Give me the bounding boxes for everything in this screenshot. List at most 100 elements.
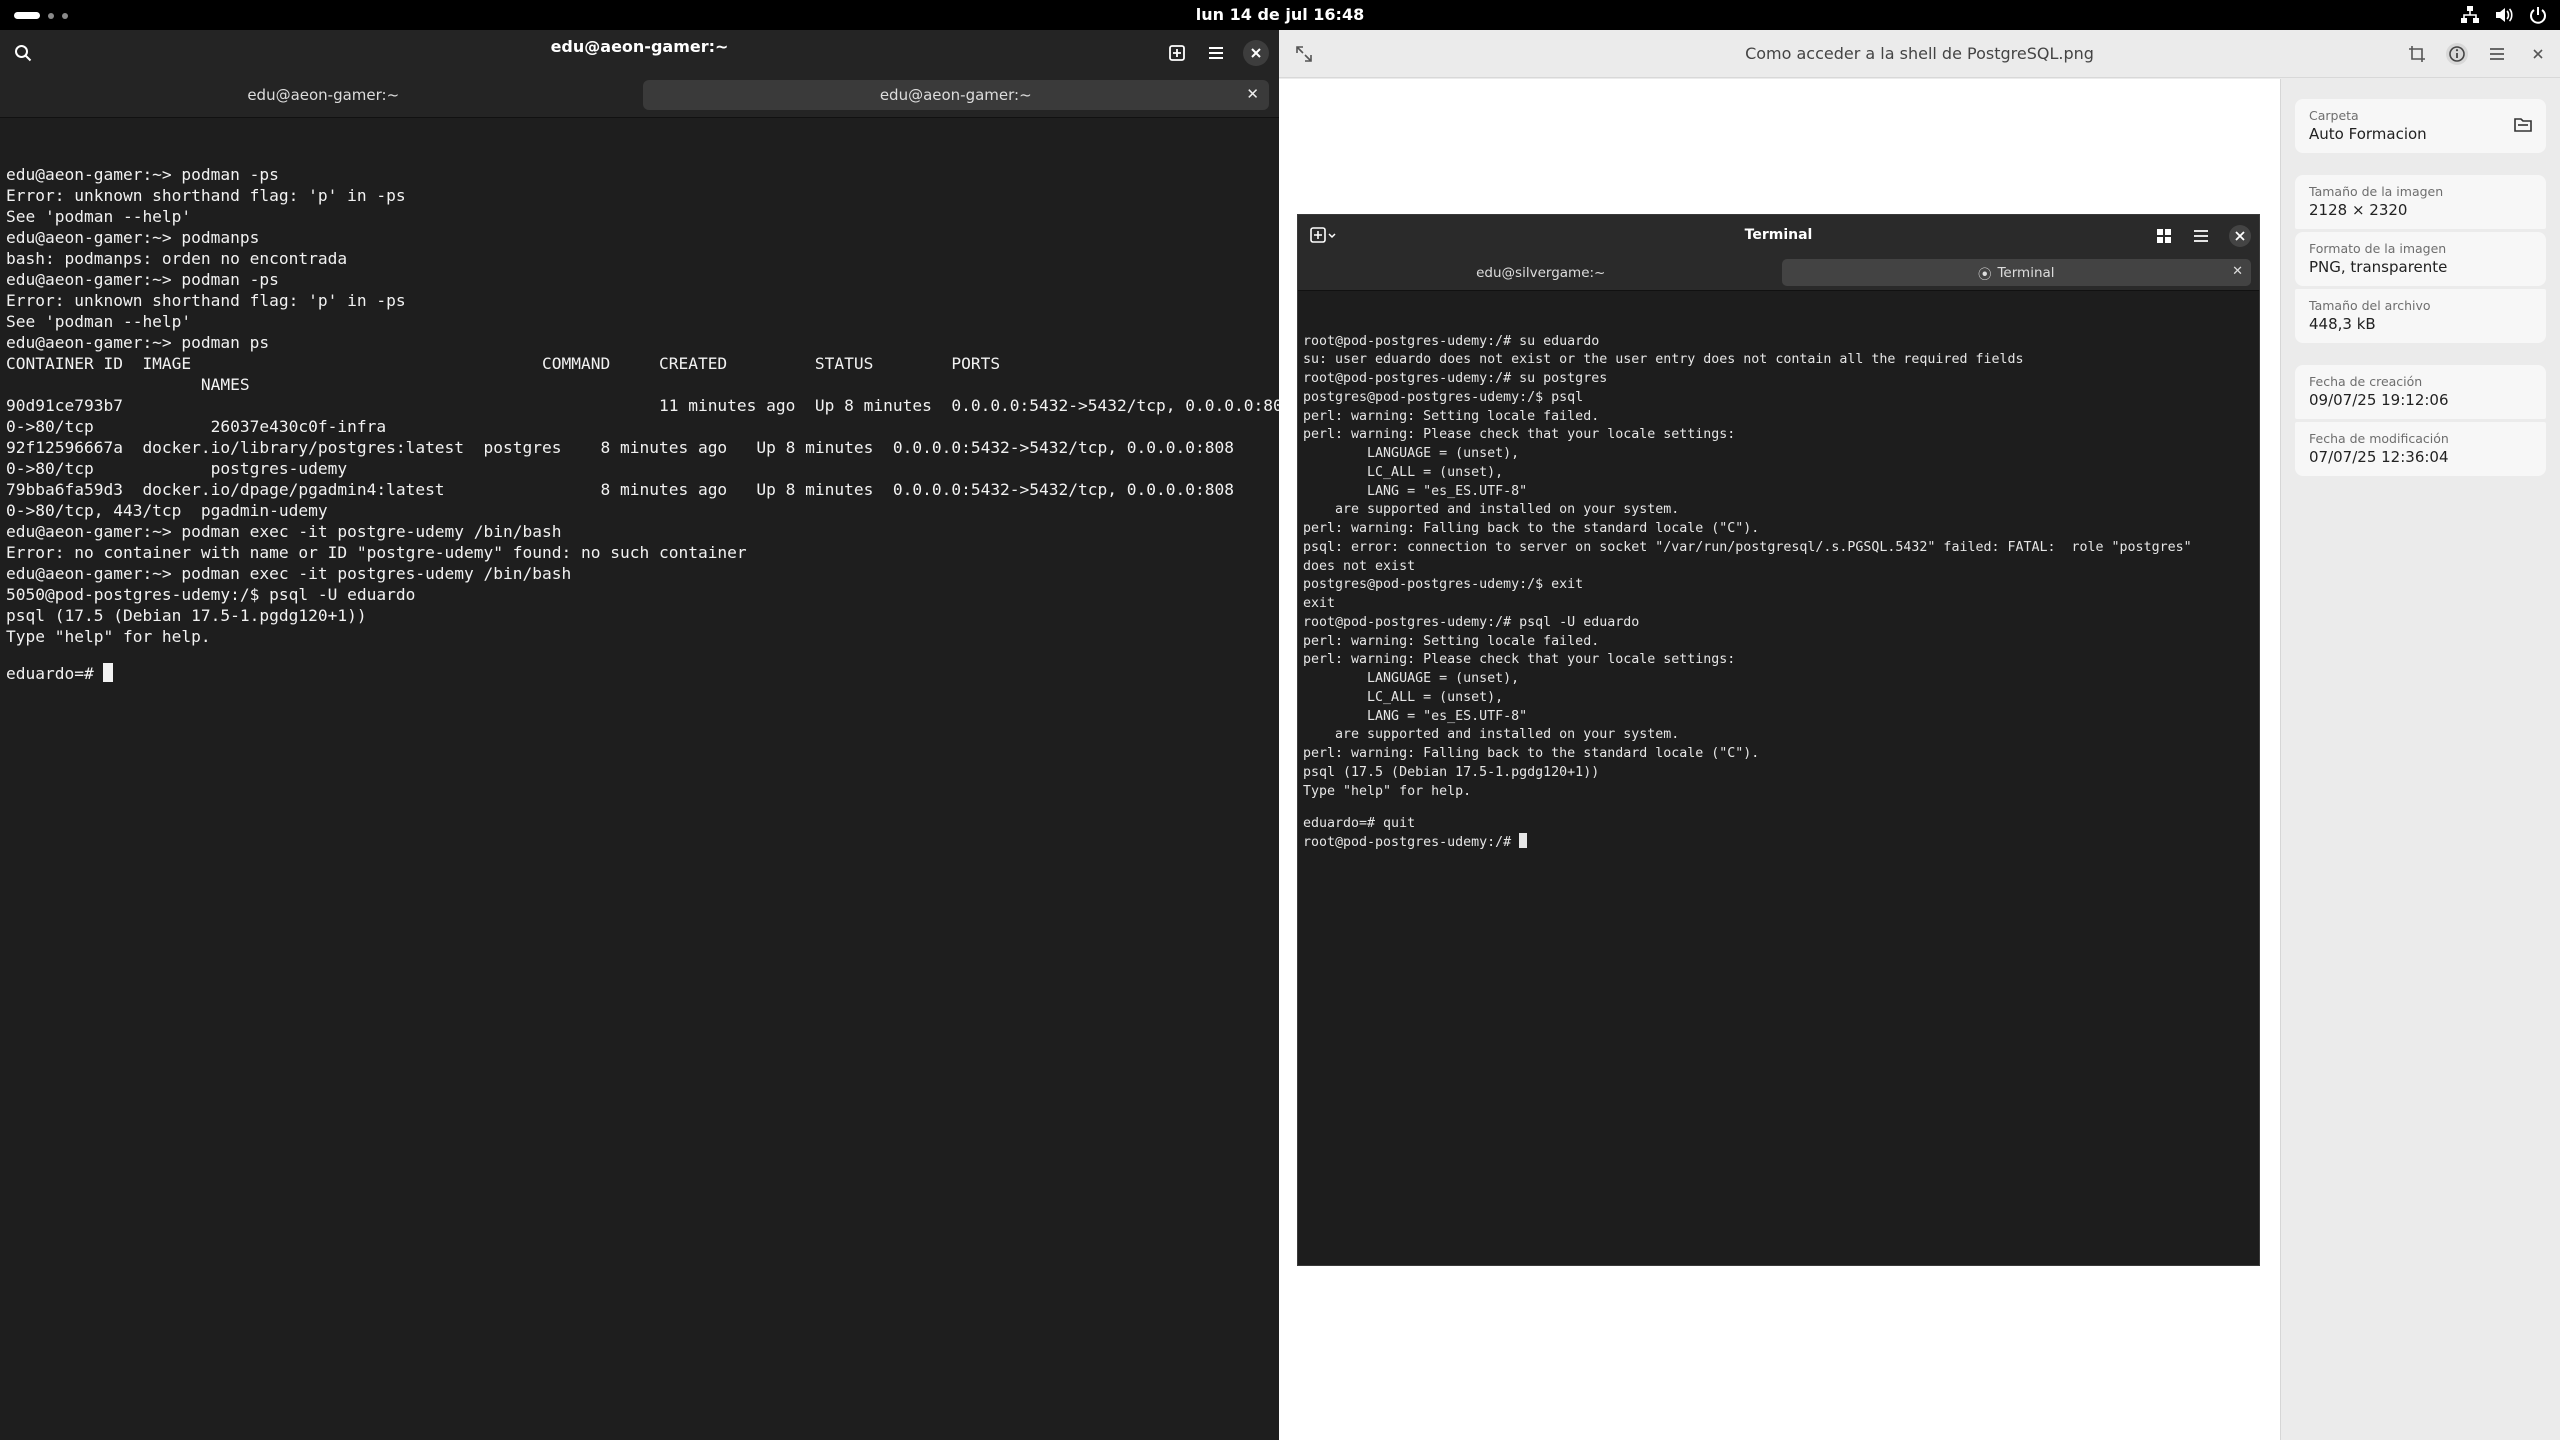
terminal-output[interactable]: edu@aeon-gamer:~> podman -ps Error: unkno… — [0, 118, 1293, 709]
tab-label: edu@silvergame:~ — [1476, 264, 1606, 281]
created-date-label: Fecha de creación — [2309, 374, 2423, 389]
folder-row[interactable]: Carpeta Auto Formacion — [2295, 99, 2546, 153]
network-icon[interactable] — [2460, 5, 2480, 25]
terminal-line: 79bba6fa59d3 docker.io/dpage/pgadmin4:la… — [6, 480, 1234, 499]
terminal-line: edu@aeon-gamer:~> podman ps — [6, 333, 270, 352]
image-terminal-line: root@pod-postgres-udemy:/# psql -U eduar… — [1303, 614, 1640, 630]
modified-date-label: Fecha de modificación — [2309, 431, 2449, 446]
close-window-icon[interactable] — [2527, 43, 2549, 65]
terminal-line: psql (17.5 (Debian 17.5-1.pgdg120+1)) — [6, 606, 367, 625]
image-terminal-line: exit — [1303, 596, 1336, 611]
image-terminal-line: perl: warning: Please check that your lo… — [1303, 652, 1736, 668]
folder-value: Auto Formacion — [2309, 125, 2427, 143]
terminal-icon: ⦿ — [1977, 266, 1992, 283]
info-icon[interactable] — [2446, 43, 2468, 65]
close-tab-icon[interactable]: ✕ — [1246, 85, 1259, 103]
terminal-line: edu@aeon-gamer:~> podman exec -it postgr… — [6, 522, 562, 541]
crop-icon[interactable] — [2406, 43, 2428, 65]
open-folder-icon[interactable] — [2514, 117, 2532, 137]
file-size-label: Tamaño del archivo — [2309, 298, 2431, 313]
viewer-title: Como acceder a la shell de PostgreSQL.pn… — [1745, 44, 2094, 63]
image-terminal-title: Terminal — [1744, 227, 1813, 243]
image-terminal-line: LANG = "es_ES.UTF-8" — [1303, 708, 1528, 724]
modified-date-value: 07/07/25 12:36:04 — [2309, 448, 2449, 466]
image-size-label: Tamaño de la imagen — [2309, 184, 2444, 199]
grid-icon — [2156, 228, 2172, 248]
image-viewer-window[interactable]: Como acceder a la shell de PostgreSQL.pn… — [1279, 30, 2560, 1440]
terminal-line: 0->80/tcp 26037e430c0f-infra — [6, 417, 387, 436]
terminal-window[interactable]: edu@aeon-gamer:~ edu@aeon-gamer:~ edu@ae… — [0, 30, 1293, 1440]
created-date-value: 09/07/25 19:12:06 — [2309, 391, 2449, 409]
menu-icon — [2193, 228, 2209, 248]
tab-label: edu@aeon-gamer:~ — [879, 86, 1032, 104]
image-terminal-line: psql (17.5 (Debian 17.5-1.pgdg120+1)) — [1303, 764, 1600, 780]
system-tray[interactable] — [2460, 5, 2548, 25]
image-terminal-line: perl: warning: Please check that your lo… — [1303, 427, 1736, 443]
image-terminal-line: LC_ALL = (unset), — [1303, 464, 1504, 480]
image-terminal-line: eduardo=# quit — [1303, 815, 1416, 831]
terminal-line: See 'podman --help' — [6, 312, 192, 331]
terminal-tab[interactable]: edu@aeon-gamer:~ — [10, 80, 637, 110]
image-size-value: 2128 × 2320 — [2309, 201, 2408, 219]
image-tab-active: ⦿ Terminal ✕ — [1781, 259, 2251, 286]
image-terminal-line: postgres@pod-postgres-udemy:/$ exit — [1303, 577, 1584, 593]
terminal-line: bash: podmanps: orden no encontrada — [6, 249, 348, 268]
file-size-value: 448,3 kB — [2309, 315, 2376, 333]
top-bar: lun 14 de jul 16:48 — [0, 0, 2560, 30]
image-terminal-line: psql: error: connection to server on soc… — [1303, 539, 2192, 555]
image-terminal-line: perl: warning: Setting locale failed. — [1303, 633, 1600, 649]
image-terminal-line: perl: warning: Falling back to the stand… — [1303, 521, 1760, 536]
image-terminal-lines: root@pod-postgres-udemy:/# su eduardo su:… — [1303, 333, 2254, 834]
displayed-image: Terminal edu@silvergame:~ ⦿ Terminal ✕ r… — [1297, 214, 2260, 1266]
image-format-label: Formato de la imagen — [2309, 241, 2447, 256]
image-terminal-prompt: root@pod-postgres-udemy:/# — [1303, 835, 1520, 851]
terminal-header: edu@aeon-gamer:~ — [0, 30, 1279, 76]
viewer-header: Como acceder a la shell de PostgreSQL.pn… — [1279, 30, 2560, 78]
image-terminal-line: perl: warning: Setting locale failed. — [1303, 408, 1600, 424]
image-terminal-line: LANGUAGE = (unset), — [1303, 671, 1520, 686]
new-tab-icon[interactable] — [1164, 40, 1190, 66]
file-size-row: Tamaño del archivo 448,3 kB — [2295, 289, 2546, 343]
image-terminal-line: LC_ALL = (unset), — [1303, 689, 1504, 705]
image-terminal-line: perl: warning: Falling back to the stand… — [1303, 746, 1760, 761]
image-terminal-line: su: user eduardo does not exist or the u… — [1303, 352, 2024, 368]
volume-icon[interactable] — [2494, 5, 2514, 25]
terminal-line: 90d91ce793b7 11 minutes ago Up 8 minutes… — [6, 396, 1293, 415]
terminal-line: 0->80/tcp postgres-udemy — [6, 459, 348, 478]
created-date-row: Fecha de creación 09/07/25 19:12:06 — [2295, 365, 2546, 419]
image-terminal-line — [1303, 801, 2254, 814]
image-terminal-line: postgres@pod-postgres-udemy:/$ psql — [1303, 389, 1584, 405]
terminal-line: edu@aeon-gamer:~> podman -ps — [6, 270, 279, 289]
menu-icon[interactable] — [2486, 43, 2508, 65]
terminal-line: edu@aeon-gamer:~> podmanps — [6, 228, 260, 247]
properties-panel: Carpeta Auto Formacion Tamaño de la imag… — [2280, 79, 2560, 1440]
power-icon[interactable] — [2528, 5, 2548, 25]
menu-icon[interactable] — [1203, 40, 1229, 66]
image-terminal-line: LANG = "es_ES.UTF-8" — [1303, 483, 1528, 499]
terminal-line: See 'podman --help' — [6, 207, 192, 226]
close-icon — [2229, 225, 2251, 247]
tab-label: edu@aeon-gamer:~ — [247, 86, 400, 104]
terminal-line: 5050@pod-postgres-udemy:/$ psql -U eduar… — [6, 585, 416, 604]
terminal-title: edu@aeon-gamer:~ — [550, 37, 729, 56]
image-format-row: Formato de la imagen PNG, transparente — [2295, 232, 2546, 286]
image-tab: edu@silvergame:~ — [1306, 259, 1776, 286]
terminal-tab-active[interactable]: edu@aeon-gamer:~ ✕ — [642, 80, 1269, 110]
terminal-line: CONTAINER ID IMAGE COMMAND CREATED STATU… — [6, 354, 1001, 373]
folder-label: Carpeta — [2309, 108, 2359, 123]
terminal-line: Type "help" for help. — [6, 627, 211, 646]
image-terminal-tabs: edu@silvergame:~ ⦿ Terminal ✕ — [1298, 257, 2259, 291]
terminal-line: Error: no container with name or ID "pos… — [6, 543, 747, 562]
image-terminal-line: are supported and installed on your syst… — [1303, 502, 1680, 518]
image-terminal-line: does not exist — [1303, 558, 1416, 574]
clock[interactable]: lun 14 de jul 16:48 — [0, 5, 2560, 24]
image-terminal-line: Type "help" for help. — [1303, 783, 1472, 799]
image-terminal-line: LANGUAGE = (unset), — [1303, 446, 1520, 461]
terminal-line: 92f12596667a docker.io/library/postgres:… — [6, 438, 1234, 457]
image-terminal-header: Terminal — [1298, 215, 2259, 257]
terminal-lines: edu@aeon-gamer:~> podman -ps Error: unkno… — [6, 164, 1293, 663]
modified-date-row: Fecha de modificación 07/07/25 12:36:04 — [2295, 422, 2546, 476]
close-window-icon[interactable] — [1243, 40, 1269, 66]
terminal-line: 0->80/tcp, 443/tcp pgadmin-udemy — [6, 501, 328, 520]
